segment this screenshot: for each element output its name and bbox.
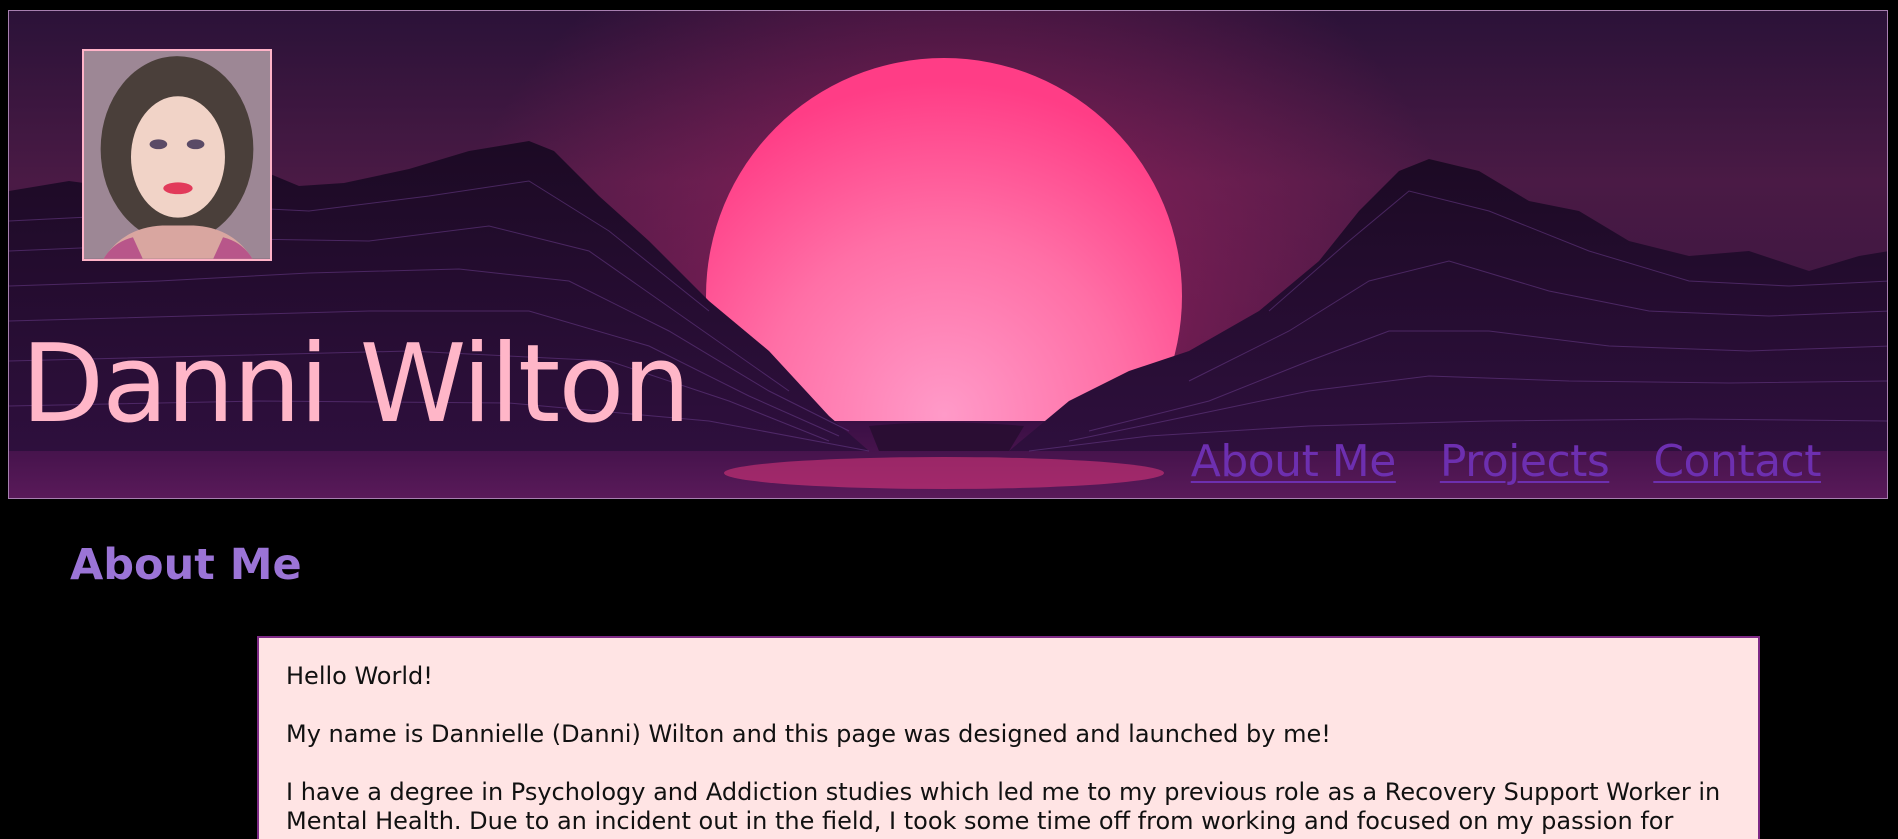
nav-link-about-me[interactable]: About Me	[1191, 436, 1397, 487]
header-banner: Danni Wilton About Me Projects Contact	[8, 10, 1888, 499]
main-nav: About Me Projects Contact	[1191, 436, 1822, 487]
name-paragraph: My name is Dannielle (Danni) Wilton and …	[286, 720, 1331, 748]
nav-link-projects[interactable]: Projects	[1440, 436, 1610, 487]
background-paragraph: I have a degree in Psychology and Addict…	[286, 778, 1721, 835]
site-title: Danni Wilton	[21, 322, 691, 447]
intro-paragraph: Hello World!	[286, 662, 433, 690]
profile-photo	[82, 49, 272, 261]
about-me-heading: About Me	[70, 540, 302, 590]
nav-link-contact[interactable]: Contact	[1653, 436, 1821, 487]
about-me-content: Hello World! My name is Dannielle (Danni…	[257, 636, 1760, 839]
